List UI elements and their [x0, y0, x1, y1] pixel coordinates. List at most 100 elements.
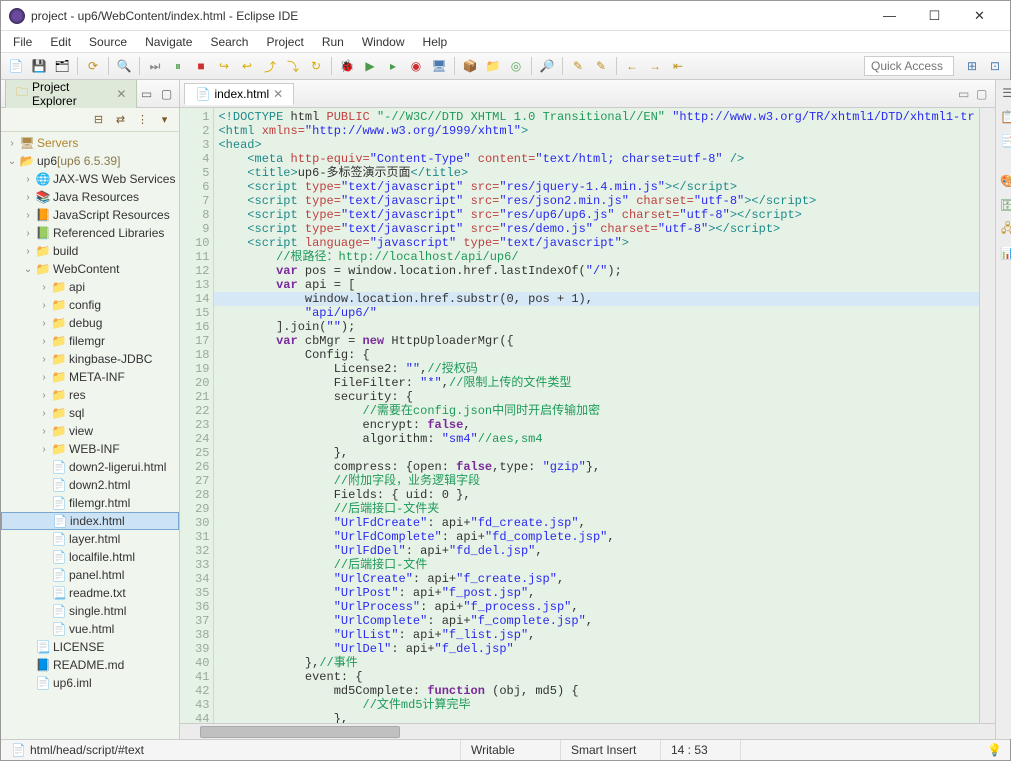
minimize-pane-button[interactable]: ▭: [137, 85, 155, 103]
tree-item-referenced-libraries[interactable]: ›📗Referenced Libraries: [1, 224, 179, 242]
code-line-38[interactable]: "UrlList": api+"f_list.jsp",: [218, 628, 974, 642]
vertical-scrollbar[interactable]: [979, 108, 995, 723]
save-all-button[interactable]: 🗂: [51, 55, 73, 77]
tree-item-javascript-resources[interactable]: ›📙JavaScript Resources: [1, 206, 179, 224]
code-line-21[interactable]: security: {: [218, 390, 974, 404]
search2-button[interactable]: 🔎: [536, 55, 558, 77]
palette-icon[interactable]: 🎨: [999, 172, 1011, 190]
code-line-16[interactable]: ].join("");: [218, 320, 974, 334]
editor-maximize-button[interactable]: ▢: [973, 87, 991, 101]
tree-item-sql[interactable]: ›📁sql: [1, 404, 179, 422]
tree-item-up6-iml[interactable]: 📄up6.iml: [1, 674, 179, 692]
code-line-2[interactable]: <html xmlns="http://www.w3.org/1999/xhtm…: [218, 124, 974, 138]
run-last-button[interactable]: ▸: [382, 55, 404, 77]
code-line-40[interactable]: },//事件: [218, 656, 974, 670]
tree-item-readme-txt[interactable]: 📃readme.txt: [1, 584, 179, 602]
code-line-3[interactable]: <head>: [218, 138, 974, 152]
code-line-5[interactable]: <title>up6-多标签演示页面</title>: [218, 166, 974, 180]
menu-navigate[interactable]: Navigate: [137, 33, 200, 51]
new-class-button[interactable]: ◎: [505, 55, 527, 77]
servers-icon[interactable]: 🖧: [999, 220, 1011, 238]
next-edit-button[interactable]: →: [644, 55, 666, 77]
expand-arrow[interactable]: ›: [21, 192, 35, 203]
code-line-25[interactable]: },: [218, 446, 974, 460]
tree-item-readme-md[interactable]: 📘README.md: [1, 656, 179, 674]
expand-arrow[interactable]: ›: [37, 390, 51, 401]
tree-item-down2-ligerui-html[interactable]: 📄down2-ligerui.html: [1, 458, 179, 476]
tree-item-filemgr[interactable]: ›📁filemgr: [1, 332, 179, 350]
code-line-9[interactable]: <script type="text/javascript" src="res/…: [218, 222, 974, 236]
code-line-42[interactable]: md5Complete: function (obj, md5) {: [218, 684, 974, 698]
code-line-7[interactable]: <script type="text/javascript" src="res/…: [218, 194, 974, 208]
expand-arrow[interactable]: ›: [21, 210, 35, 221]
code-line-36[interactable]: "UrlProcess": api+"f_process.jsp",: [218, 600, 974, 614]
task-icon[interactable]: 📋: [999, 108, 1011, 126]
maximize-button[interactable]: ☐: [912, 1, 957, 31]
tree-item-api[interactable]: ›📁api: [1, 278, 179, 296]
server-button[interactable]: 🖥: [428, 55, 450, 77]
last-edit-button[interactable]: ⇤: [667, 55, 689, 77]
code-line-23[interactable]: encrypt: false,: [218, 418, 974, 432]
step2-button[interactable]: ↩: [236, 55, 258, 77]
open-persp-button[interactable]: ⊡: [984, 55, 1006, 77]
menu-window[interactable]: Window: [354, 33, 413, 51]
horizontal-scrollbar[interactable]: [180, 723, 994, 739]
collapse-all-button[interactable]: ⊟: [89, 111, 107, 129]
project-tree[interactable]: ›🖥Servers⌄📂up6 [up6 6.5.39]›🌐JAX-WS Web …: [1, 132, 179, 739]
code-line-30[interactable]: "UrlFdCreate": api+"fd_create.jsp",: [218, 516, 974, 530]
tree-item-res[interactable]: ›📁res: [1, 386, 179, 404]
code-line-28[interactable]: Fields: { uid: 0 },: [218, 488, 974, 502]
code-line-13[interactable]: var api = [: [218, 278, 974, 292]
code-line-17[interactable]: var cbMgr = new HttpUploaderMgr({: [218, 334, 974, 348]
tree-item-servers[interactable]: ›🖥Servers: [1, 134, 179, 152]
minimize-button[interactable]: —: [867, 1, 912, 31]
filter-button[interactable]: ▾: [155, 111, 173, 129]
tree-item-localfile-html[interactable]: 📄localfile.html: [1, 548, 179, 566]
perspective-button[interactable]: ⊞: [961, 55, 983, 77]
step1-button[interactable]: ↪: [213, 55, 235, 77]
new-pkg-button[interactable]: 📦: [459, 55, 481, 77]
code-line-14[interactable]: window.location.href.substr(0, pos + 1),: [214, 292, 978, 306]
coverage-button[interactable]: ◉: [405, 55, 427, 77]
code-line-39[interactable]: "UrlDel": api+"f_del.jsp": [218, 642, 974, 656]
code-line-41[interactable]: event: {: [218, 670, 974, 684]
step4-button[interactable]: ⤵: [282, 55, 304, 77]
tree-item-build[interactable]: ›📁build: [1, 242, 179, 260]
editor-tab-index[interactable]: 📄 index.html ✕: [184, 83, 294, 105]
expand-arrow[interactable]: ›: [37, 426, 51, 437]
switch-button[interactable]: ⟳: [82, 55, 104, 77]
code-line-24[interactable]: algorithm: "sm4"//aes,sm4: [218, 432, 974, 446]
tree-item-meta-inf[interactable]: ›📁META-INF: [1, 368, 179, 386]
tip-bulb-icon[interactable]: 💡: [987, 743, 1002, 757]
expand-arrow[interactable]: ›: [37, 444, 51, 455]
code-line-33[interactable]: //后端接口-文件: [218, 558, 974, 572]
close-button[interactable]: ✕: [957, 1, 1002, 31]
code-line-8[interactable]: <script type="text/javascript" src="res/…: [218, 208, 974, 222]
props-icon[interactable]: 📊: [999, 244, 1011, 262]
expand-arrow[interactable]: ›: [37, 318, 51, 329]
step3-button[interactable]: ⤴: [259, 55, 281, 77]
step5-button[interactable]: ↻: [305, 55, 327, 77]
code-line-15[interactable]: "api/up6/": [218, 306, 974, 320]
tree-item-kingbase-jdbc[interactable]: ›📁kingbase-JDBC: [1, 350, 179, 368]
expand-arrow[interactable]: ›: [21, 228, 35, 239]
editor-body[interactable]: 1234567891011121314151617181920212223242…: [180, 108, 994, 723]
code-line-12[interactable]: var pos = window.location.href.lastIndex…: [218, 264, 974, 278]
maximize-pane-button[interactable]: ▢: [157, 85, 175, 103]
tree-item-single-html[interactable]: 📄single.html: [1, 602, 179, 620]
debug-button[interactable]: 🐞: [336, 55, 358, 77]
tree-item-webcontent[interactable]: ⌄📁WebContent: [1, 260, 179, 278]
code-line-34[interactable]: "UrlCreate": api+"f_create.jsp",: [218, 572, 974, 586]
editor-minimize-button[interactable]: ▭: [955, 87, 973, 101]
expand-arrow[interactable]: ›: [37, 282, 51, 293]
tree-item-vue-html[interactable]: 📄vue.html: [1, 620, 179, 638]
tree-item-web-inf[interactable]: ›📁WEB-INF: [1, 440, 179, 458]
code-line-18[interactable]: Config: {: [218, 348, 974, 362]
expand-arrow[interactable]: ›: [37, 408, 51, 419]
tree-item-view[interactable]: ›📁view: [1, 422, 179, 440]
tree-item-layer-html[interactable]: 📄layer.html: [1, 530, 179, 548]
expand-arrow[interactable]: ⌄: [21, 264, 35, 275]
link-editor-button[interactable]: ⇄: [111, 111, 129, 129]
code-line-26[interactable]: compress: {open: false,type: "gzip"},: [218, 460, 974, 474]
code-line-22[interactable]: //需要在config.json中同时开启传输加密: [218, 404, 974, 418]
